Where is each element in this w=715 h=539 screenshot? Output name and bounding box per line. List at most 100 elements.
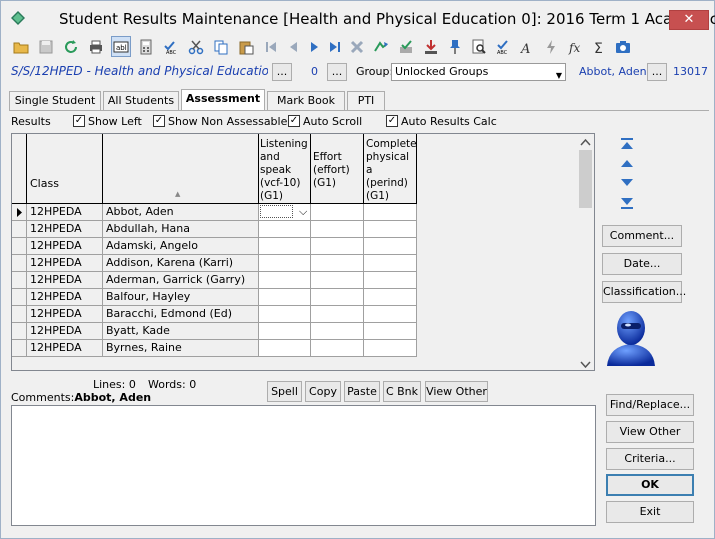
tab-all-students[interactable]: All Students [103,91,179,110]
table-cell-completes[interactable] [364,340,417,357]
tab-mark-book[interactable]: Mark Book [267,91,345,110]
view-other-button[interactable]: View Other [606,421,694,443]
flash-icon[interactable] [541,36,561,57]
table-cell-name[interactable]: Byatt, Kade [103,323,259,340]
grid-scrollbar[interactable] [577,134,594,370]
previous-record-icon[interactable] [283,36,303,57]
table-cell-listening[interactable] [259,323,311,340]
student-browse-button[interactable]: ... [647,63,667,81]
font-icon[interactable]: A [517,36,537,57]
camera-icon[interactable] [613,36,633,57]
copy-icon[interactable] [211,36,231,57]
refresh-icon[interactable] [61,36,81,57]
move-down-icon[interactable] [620,176,634,190]
table-cell-listening[interactable] [259,255,311,272]
exit-button[interactable]: Exit [606,501,694,523]
show-left-checkbox[interactable]: ✓ [73,115,85,127]
table-cell-effort[interactable] [311,221,364,238]
tab-assessment[interactable]: Assessment [181,89,265,111]
text-field-icon[interactable]: abl [111,36,131,57]
table-cell-effort[interactable] [311,323,364,340]
comment-bank-button[interactable]: C Bnk [383,381,421,402]
table-cell-effort[interactable] [311,340,364,357]
table-cell-name[interactable]: Abbot, Aden [103,204,259,221]
tab-single-student[interactable]: Single Student [9,91,101,110]
scroll-up-icon[interactable] [580,136,591,149]
count-browse-button[interactable]: ... [327,63,347,81]
table-cell-listening[interactable] [259,272,311,289]
col-header-listening[interactable]: Listening and speak (vcf-10) (G1) [259,134,311,204]
col-header-completes[interactable]: Completes physical a (perind) (G1) [364,134,417,204]
move-up-icon[interactable] [620,156,634,170]
spellcheck-abc-icon[interactable]: ABC [493,36,513,57]
find-replace-button[interactable]: Find/Replace... [606,394,694,416]
close-button[interactable]: ✕ [669,10,709,30]
col-header-effort[interactable]: Effort (effort) (G1) [311,134,364,204]
auto-scroll-checkbox[interactable]: ✓ [288,115,300,127]
table-cell-class[interactable]: 12HPEDA [27,323,103,340]
table-cell-completes[interactable] [364,272,417,289]
move-to-top-icon[interactable] [620,137,634,151]
table-cell-class[interactable]: 12HPEDA [27,255,103,272]
comment-textarea[interactable] [11,405,596,526]
delete-icon[interactable] [347,36,367,57]
col-header-name[interactable]: ▲ [103,134,259,204]
paste-button[interactable]: Paste [344,381,380,402]
table-cell-completes[interactable] [364,221,417,238]
table-cell-effort[interactable] [311,238,364,255]
paste-icon[interactable] [236,36,256,57]
save-icon[interactable] [36,36,56,57]
table-cell-name[interactable]: Addison, Karena (Karri) [103,255,259,272]
table-cell-effort[interactable] [311,306,364,323]
scrollbar-thumb[interactable] [579,150,592,208]
table-cell-name[interactable]: Aderman, Garrick (Garry) [103,272,259,289]
table-cell-effort[interactable] [311,255,364,272]
download-icon[interactable] [421,36,441,57]
comment-button[interactable]: Comment... [602,225,682,247]
print-icon[interactable] [86,36,106,57]
preview-icon[interactable] [469,36,489,57]
last-record-icon[interactable] [325,36,345,57]
classification-button[interactable]: Classification... [602,281,686,303]
pin-icon[interactable] [445,36,465,57]
table-cell-class[interactable]: 12HPEDA [27,238,103,255]
approve-icon[interactable] [396,36,416,57]
table-cell-name[interactable]: Balfour, Hayley [103,289,259,306]
function-icon[interactable]: fx [565,36,585,57]
listening-dropdown[interactable]: ⌵ [259,204,311,221]
auto-results-calc-checkbox[interactable]: ✓ [386,115,398,127]
tab-pti[interactable]: PTI [347,91,385,110]
calculator-icon[interactable] [136,36,156,57]
table-cell-completes[interactable] [364,323,417,340]
table-cell-class[interactable]: 12HPEDA [27,306,103,323]
table-cell-listening[interactable] [259,340,311,357]
table-cell-name[interactable]: Byrnes, Raine [103,340,259,357]
first-record-icon[interactable] [261,36,281,57]
copy-button[interactable]: Copy [305,381,341,402]
show-non-assessable-checkbox[interactable]: ✓ [153,115,165,127]
move-to-bottom-icon[interactable] [620,196,634,210]
date-button[interactable]: Date... [602,253,682,275]
table-cell-class[interactable]: 12HPEDA [27,221,103,238]
ok-button[interactable]: OK [606,474,694,496]
sum-icon[interactable]: Σ [589,36,609,57]
view-other-comments-button[interactable]: View Other [425,381,488,402]
scroll-down-icon[interactable] [580,359,591,372]
spellcheck-icon[interactable]: ABC [161,36,181,57]
table-cell-class[interactable]: 12HPEDA [27,204,103,221]
table-cell-listening[interactable] [259,221,311,238]
table-cell-effort[interactable] [311,272,364,289]
table-cell-effort[interactable] [311,204,364,221]
table-cell-class[interactable]: 12HPEDA [27,340,103,357]
path-browse-button[interactable]: ... [272,63,292,81]
table-cell-completes[interactable] [364,289,417,306]
table-cell-class[interactable]: 12HPEDA [27,272,103,289]
table-cell-completes[interactable] [364,204,417,221]
jump-icon[interactable] [371,36,391,57]
table-cell-listening[interactable] [259,306,311,323]
criteria-button[interactable]: Criteria... [606,448,694,470]
spell-button[interactable]: Spell [267,381,302,402]
table-cell-effort[interactable] [311,289,364,306]
table-cell-completes[interactable] [364,238,417,255]
table-cell-listening[interactable] [259,289,311,306]
